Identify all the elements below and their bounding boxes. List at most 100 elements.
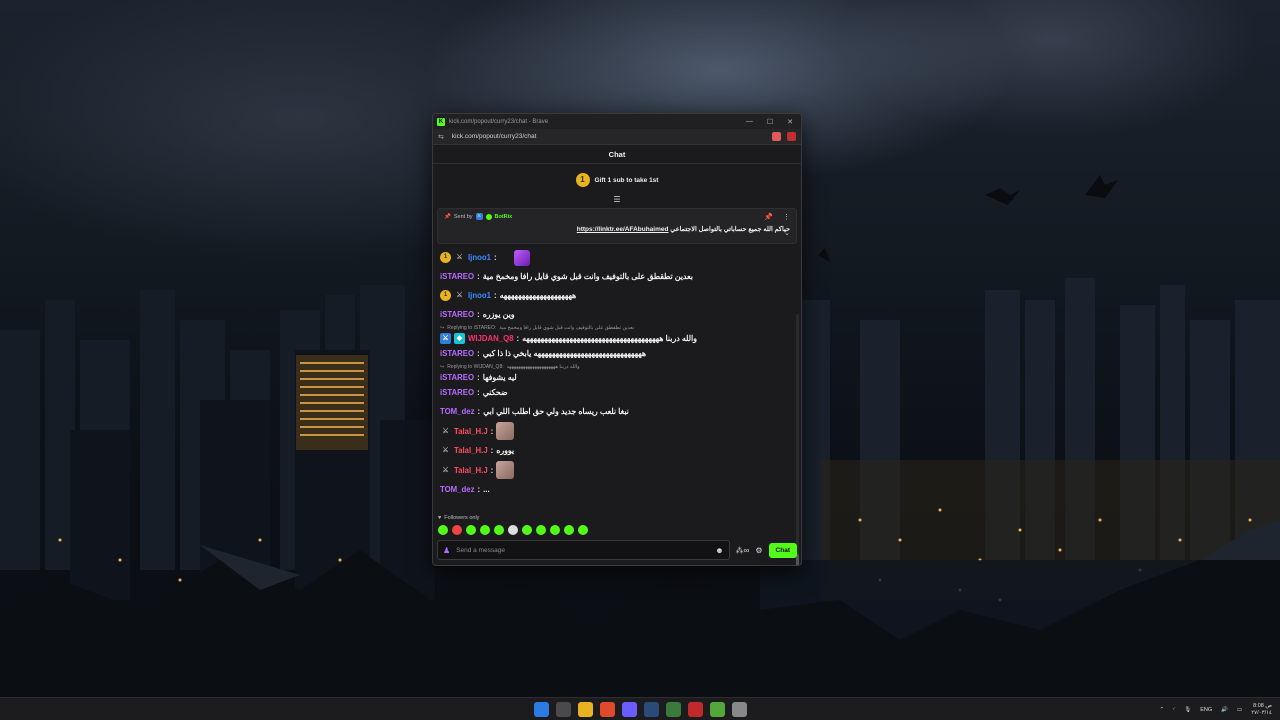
message-input-box[interactable]: ♟ ☻ (437, 540, 730, 560)
emote-icon[interactable] (508, 525, 518, 535)
close-button[interactable]: ✕ (787, 118, 793, 126)
store-icon[interactable] (732, 702, 747, 717)
discord-icon[interactable] (622, 702, 637, 717)
chat-username[interactable]: Talal_H.J (454, 427, 488, 436)
moderator-badge-icon: ⚔ (440, 332, 451, 344)
emote-icon[interactable] (522, 525, 532, 535)
chat-username[interactable]: TOM_dez (440, 407, 475, 416)
file-explorer-icon[interactable] (578, 702, 593, 717)
chat-username[interactable]: Talal_H.J (454, 446, 488, 455)
minimize-button[interactable]: — (746, 118, 753, 126)
chat-username[interactable]: WIJDAN_Q8 (468, 334, 514, 343)
site-info-icon[interactable]: ⇆ (438, 133, 444, 141)
chat-username[interactable]: iSTAREO (440, 373, 474, 382)
chat-message: iSTAREO: ضحكني (440, 383, 794, 402)
chat-text: بعدين تطقطق على بالتوفيف وانت قبل شوي قا… (482, 272, 693, 281)
window-controls: — ☐ ✕ (746, 118, 797, 126)
pinned-link[interactable]: https://linktr.ee/AFAbuhaimed (577, 226, 669, 233)
xbox-icon[interactable] (666, 702, 681, 717)
emote-icon[interactable] (494, 525, 504, 535)
chat-username[interactable]: iSTAREO (440, 272, 474, 281)
window-titlebar[interactable]: K kick.com/popout/curry23/chat - Brave —… (433, 114, 801, 129)
chat-message: ⚔ Talal_H.J: يووره (440, 441, 794, 460)
chevron-down-icon[interactable]: ⌄ (784, 229, 790, 237)
emoji-picker-icon[interactable]: ☻ (715, 546, 723, 555)
xbox-app-icon[interactable] (710, 702, 725, 717)
moderator-badge-icon: ⚔ (475, 213, 483, 220)
emote-icon[interactable] (480, 525, 490, 535)
mic-icon[interactable]: 🎙 (1184, 707, 1191, 713)
message-input[interactable] (456, 546, 710, 554)
more-options-icon[interactable]: ⋮ (783, 213, 790, 221)
address-bar[interactable]: ⇆ kick.com/popout/curry23/chat (433, 129, 801, 145)
pinned-message-text: حياكم الله جميع حساباتي بالتواصل الاجتما… (670, 226, 790, 233)
sword-badge-icon: ⚔ (442, 447, 449, 454)
emote-icon[interactable] (578, 525, 588, 535)
emote-icon[interactable] (438, 525, 448, 535)
settings-gear-icon[interactable]: ⚙ (755, 546, 762, 555)
emote-icon[interactable] (536, 525, 546, 535)
user-badge-icon: ♟ (443, 545, 451, 555)
brave-rewards-icon[interactable] (787, 132, 796, 141)
chat-message: iSTAREO: وين يوزره (440, 305, 794, 324)
colon: : (477, 372, 480, 382)
chat-username[interactable]: ljnoo1 (468, 253, 491, 262)
send-chat-button[interactable]: Chat (768, 542, 797, 558)
obs-icon[interactable] (688, 702, 703, 717)
gift-sub-banner[interactable]: 1 Gift 1 sub to take 1st (433, 164, 801, 196)
emote-icon[interactable] (452, 525, 462, 535)
unpin-icon[interactable]: 📌 (764, 213, 773, 221)
chat-message: 1 ⚔ ljnoo1: ههههههههههههههههههههه (440, 286, 794, 305)
reply-context[interactable]: ↪ Replying to iSTAREO: بعدين تطقطق على ب… (440, 324, 794, 332)
chat-text: ليه يشوفها (482, 372, 517, 382)
chat-username[interactable]: ljnoo1 (468, 291, 491, 300)
chat-message: TOM_dez: نبغا نلعب ريساه جديد ولي حق اطل… (440, 402, 794, 421)
points-icon[interactable]: ⁂∞ (736, 546, 750, 555)
wifi-icon[interactable]: ◜ (1173, 707, 1175, 713)
emote-icon[interactable] (466, 525, 476, 535)
reply-context[interactable]: ↪ Replying to WIJDAN_Q8: والله دربنا ههه… (440, 363, 794, 371)
chat-message: iSTAREO: ههههههههههههههههههههههههههههههه… (440, 344, 794, 363)
sword-badge-icon: ⚔ (456, 292, 463, 299)
emote-icon[interactable] (550, 525, 560, 535)
window-title: kick.com/popout/curry23/chat - Brave (449, 118, 549, 125)
pinned-message: 📌 Sent by ⚔ BotRix 📌 ⋮ ⌄ حياكم الله جميع… (437, 208, 797, 244)
gift-badge-icon: 1 (575, 173, 590, 187)
maximize-button[interactable]: ☐ (767, 118, 773, 126)
colon: : (477, 349, 480, 358)
taskbar-apps (534, 702, 747, 717)
chat-username[interactable]: iSTAREO (440, 388, 474, 397)
chat-text: ههههههههههههههههههههه (499, 291, 577, 300)
steam-icon[interactable] (644, 702, 659, 717)
language-indicator[interactable]: ENG (1200, 707, 1212, 713)
clock[interactable]: 8:08 ص ٢٧/٠٣/١٤ (1251, 703, 1272, 717)
volume-icon[interactable]: 🔊 (1221, 707, 1228, 713)
chat-messages: 1 ⚔ ljnoo1: iSTAREO: بعدين تطقطق على بال… (433, 248, 801, 499)
gift-text: Gift 1 sub to take 1st (594, 176, 659, 184)
chat-username[interactable]: TOM_dez (440, 485, 475, 494)
task-view-icon[interactable] (556, 702, 571, 717)
emote-icon[interactable] (564, 525, 574, 535)
chevron-up-icon[interactable]: ⌃ (1160, 707, 1165, 713)
sword-badge-icon: ⚔ (442, 427, 449, 435)
brave-browser-icon[interactable] (600, 702, 615, 717)
sword-badge-icon: ⚔ (456, 254, 463, 261)
reply-text: والله دربنا هههههههههههههههههههههه (506, 364, 580, 370)
chat-username[interactable]: Talal_H.J (454, 466, 488, 475)
pinned-sender[interactable]: BotRix (495, 214, 513, 220)
battery-icon[interactable]: ▭ (1237, 707, 1242, 713)
chat-text: والله دربنا هههههههههههههههههههههههههههه… (522, 333, 697, 343)
chat-header: Chat (433, 145, 801, 164)
emote-icon (496, 422, 515, 440)
followers-only-notice: ♥ Followers only (433, 515, 801, 521)
url-text[interactable]: kick.com/popout/curry23/chat (452, 133, 537, 140)
filter-lines-icon[interactable]: ☰ (433, 196, 801, 206)
chat-text: ... (483, 485, 490, 494)
chat-text: نبغا نلعب ريساه جديد ولي حق اطلب اللي اب… (483, 407, 629, 416)
start-windows-icon[interactable] (534, 702, 549, 717)
brave-shield-icon[interactable] (772, 132, 781, 141)
colon: : (490, 446, 494, 455)
chat-username[interactable]: iSTAREO (440, 310, 474, 319)
browser-window: K kick.com/popout/curry23/chat - Brave —… (432, 113, 802, 566)
chat-username[interactable]: iSTAREO (440, 349, 474, 358)
